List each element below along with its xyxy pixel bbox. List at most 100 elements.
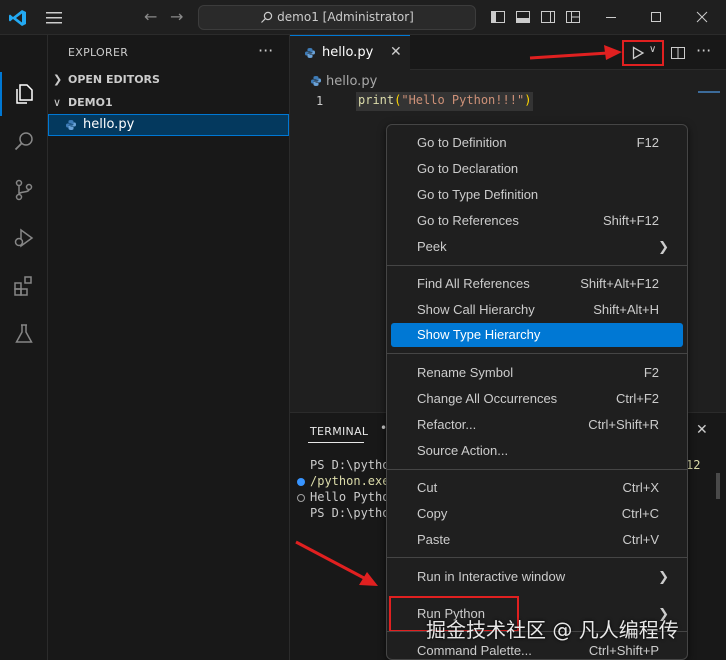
menu-item-shortcut: Ctrl+F2	[616, 391, 659, 406]
close-tab-icon[interactable]: ✕	[390, 36, 402, 69]
menu-item-refactor[interactable]: Refactor... Ctrl+Shift+R	[391, 413, 683, 437]
source-control-button[interactable]	[0, 166, 48, 214]
maximize-icon[interactable]	[648, 9, 664, 25]
menu-item-label: Change All Occurrences	[417, 391, 558, 406]
menu-item-show-call-hierarchy[interactable]: Show Call Hierarchy Shift+Alt+H	[391, 298, 683, 322]
terminal-line: PS D:\pytho	[310, 458, 390, 472]
files-icon	[16, 84, 33, 104]
search-button[interactable]	[0, 118, 48, 166]
toggle-sidebar-icon[interactable]	[490, 9, 506, 25]
menu-item-change-all-occurrences[interactable]: Change All Occurrences Ctrl+F2	[391, 387, 683, 411]
code-paren-close: )	[524, 93, 532, 107]
toggle-secondary-sidebar-icon[interactable]	[540, 9, 556, 25]
tab-terminal[interactable]: TERMINAL	[310, 425, 368, 438]
folder-section[interactable]: ∨ DEMO1	[48, 92, 290, 114]
back-arrow-icon[interactable]: ←	[144, 8, 160, 26]
terminal-line: /python.exe	[310, 474, 390, 488]
minimap-slider[interactable]	[698, 91, 720, 93]
toggle-panel-icon[interactable]	[515, 9, 531, 25]
run-play-icon[interactable]	[631, 46, 645, 60]
menu-item-label: Rename Symbol	[417, 365, 514, 380]
close-panel-icon[interactable]: ✕	[696, 422, 708, 438]
menu-item-shortcut: Ctrl+C	[621, 506, 659, 521]
tab-label: hello.py	[322, 45, 374, 60]
menu-separator	[387, 469, 687, 470]
minimize-icon[interactable]	[603, 9, 619, 25]
command-center-search[interactable]: demo1 [Administrator]	[198, 5, 476, 30]
menu-item-go-to-references[interactable]: Go to References Shift+F12	[391, 209, 683, 233]
menu-item-label: Command Palette...	[417, 643, 532, 658]
annotation-arrow-icon	[529, 45, 622, 60]
python-file-icon	[66, 120, 76, 130]
menu-item-label: Show Call Hierarchy	[417, 302, 535, 317]
menu-item-shortcut: Shift+F12	[602, 213, 659, 228]
terminal-line: PS D:\pytho	[310, 506, 390, 520]
menu-item-source-action[interactable]: Source Action...	[391, 439, 683, 463]
menu-item-label: Go to Declaration	[417, 161, 519, 176]
close-window-icon[interactable]	[694, 9, 710, 25]
menu-item-peek[interactable]: Peek ❯	[391, 235, 683, 259]
hamburger-menu-icon[interactable]	[44, 9, 64, 27]
more-actions-icon[interactable]: ···	[258, 41, 273, 60]
customize-layout-icon[interactable]	[565, 9, 581, 25]
python-file-icon	[305, 48, 315, 58]
breadcrumb[interactable]: hello.py	[310, 74, 377, 89]
terminal-line-fragment: 12	[686, 458, 701, 472]
menu-item-paste[interactable]: Paste Ctrl+V	[391, 528, 683, 552]
menu-item-rename-symbol[interactable]: Rename Symbol F2	[391, 361, 683, 385]
menu-item-go-to-declaration[interactable]: Go to Declaration	[391, 157, 683, 181]
title-bar: ← → demo1 [Administrator]	[0, 0, 726, 35]
explorer-title: EXPLORER	[68, 46, 129, 59]
run-and-debug-button[interactable]	[0, 214, 48, 262]
context-menu: Go to Definition F12 Go to Declaration Go…	[386, 124, 688, 660]
menu-item-show-type-hierarchy[interactable]: Show Type Hierarchy	[391, 323, 683, 347]
python-file-icon	[311, 76, 321, 86]
forward-arrow-icon[interactable]: →	[170, 8, 186, 26]
terminal-scrollbar[interactable]	[716, 473, 720, 499]
menu-item-copy[interactable]: Copy Ctrl+C	[391, 502, 683, 526]
search-icon	[14, 132, 33, 151]
menu-item-go-to-definition[interactable]: Go to Definition F12	[391, 131, 683, 155]
folder-label: DEMO1	[68, 96, 113, 109]
menu-item-go-to-type-definition[interactable]: Go to Type Definition	[391, 183, 683, 207]
command-pending-icon[interactable]	[297, 494, 305, 502]
terminal-line: Hello Pytho	[310, 490, 390, 504]
menu-item-shortcut: Shift+Alt+H	[593, 302, 659, 317]
run-debug-icon	[14, 228, 34, 248]
menu-item-label: Source Action...	[417, 443, 509, 458]
menu-item-label: Refactor...	[417, 417, 477, 432]
editor-more-actions-icon[interactable]: ···	[696, 41, 711, 60]
menu-item-cut[interactable]: Cut Ctrl+X	[391, 476, 683, 500]
code-line[interactable]: print("Hello Python!!!")	[356, 92, 534, 111]
extensions-icon	[14, 276, 32, 296]
flask-icon	[15, 324, 33, 343]
annotation-arrow-icon	[295, 540, 378, 586]
run-dropdown-chevron-icon[interactable]: ∨	[649, 44, 656, 55]
file-name: hello.py	[83, 117, 135, 132]
menu-item-label: Go to References	[417, 213, 519, 228]
menu-item-find-all-references[interactable]: Find All References Shift+Alt+F12	[391, 272, 683, 296]
menu-item-shortcut: Ctrl+Shift+R	[588, 417, 659, 432]
command-success-icon[interactable]	[297, 478, 305, 486]
submenu-chevron-icon: ❯	[658, 569, 669, 584]
code-string: "Hello Python!!!"	[401, 93, 525, 107]
open-editors-section[interactable]: ❯ OPEN EDITORS	[48, 69, 290, 91]
tab-hello-py[interactable]: hello.py ✕	[290, 35, 410, 70]
menu-item-run-in-interactive-window[interactable]: Run in Interactive window ❯	[391, 565, 683, 589]
chevron-down-icon: ∨	[53, 96, 62, 109]
testing-button[interactable]	[0, 310, 48, 358]
active-tab-underline	[308, 442, 364, 443]
menu-item-label: Go to Type Definition	[417, 187, 539, 202]
breadcrumb-file: hello.py	[326, 74, 378, 89]
line-number: 1	[316, 94, 324, 108]
menu-item-label: Copy	[417, 506, 448, 521]
menu-item-label: Find All References	[417, 276, 530, 291]
menu-item-shortcut: Ctrl+X	[622, 480, 659, 495]
split-editor-icon[interactable]	[670, 45, 686, 61]
explorer-button[interactable]	[0, 70, 48, 118]
extensions-button[interactable]	[0, 262, 48, 310]
menu-separator	[387, 353, 687, 354]
menu-item-label: Run in Interactive window	[417, 569, 566, 584]
menu-item-label: Paste	[417, 532, 451, 547]
file-item-hello-py[interactable]: hello.py	[48, 114, 289, 136]
